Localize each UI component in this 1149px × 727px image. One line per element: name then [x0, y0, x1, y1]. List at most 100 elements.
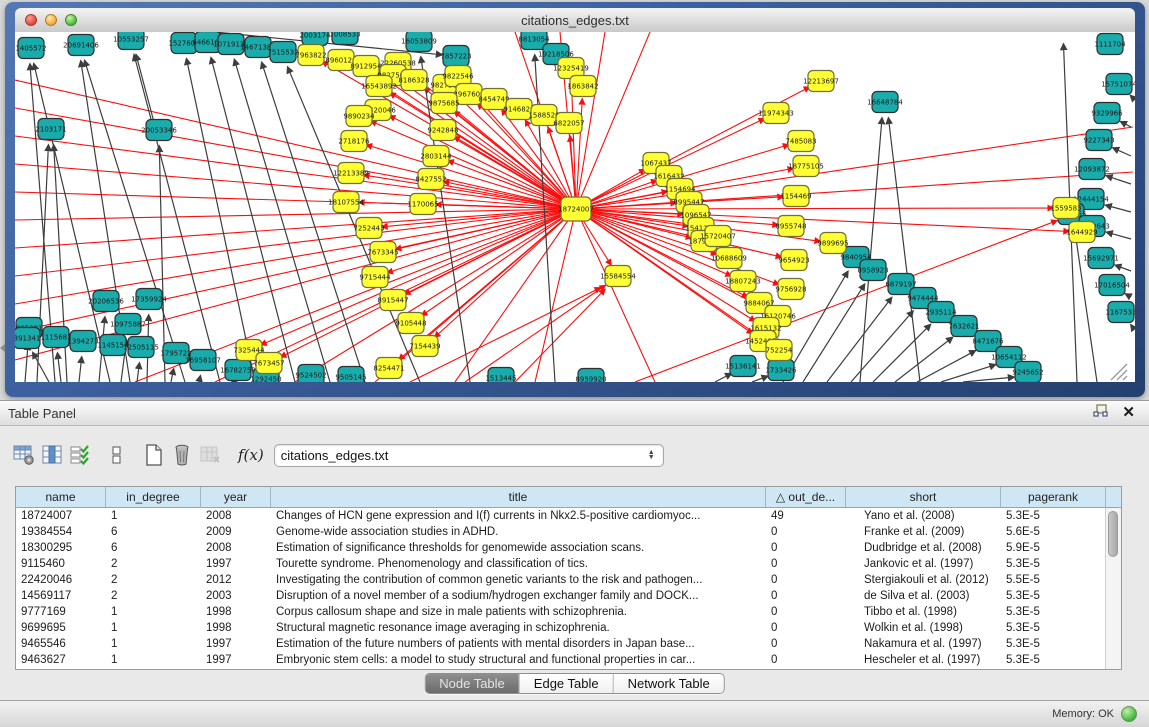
cell-in_degree[interactable]: 1 [106, 604, 201, 620]
citation-edge-red[interactable] [576, 32, 650, 209]
cell-pagerank[interactable]: 5.3E-5 [1001, 620, 1106, 636]
table-scrollbar[interactable] [1105, 508, 1121, 669]
resize-grip-icon[interactable] [1117, 370, 1127, 380]
scrollbar-thumb[interactable] [1108, 511, 1118, 557]
citation-edge-black[interactable] [57, 353, 61, 382]
cell-in_degree[interactable]: 2 [106, 556, 201, 572]
cell-short[interactable]: Hescheler et al. (1997) [846, 652, 1001, 668]
cell-in_degree[interactable]: 2 [106, 588, 201, 604]
cell-out_de[interactable]: 0 [766, 588, 846, 604]
cell-year[interactable]: 1997 [201, 556, 271, 572]
cell-pagerank[interactable]: 5.3E-5 [1001, 556, 1106, 572]
window-titlebar[interactable]: citations_edges.txt [15, 8, 1135, 33]
column-header-short[interactable]: short [846, 487, 1001, 507]
cell-title[interactable]: Corpus callosum shape and size in male p… [271, 604, 766, 620]
citation-edge-black[interactable] [827, 298, 892, 382]
citation-edge-black[interactable] [1125, 294, 1131, 297]
cell-short[interactable]: Wolkin et al. (1998) [846, 620, 1001, 636]
cell-out_de[interactable]: 49 [766, 508, 846, 524]
cell-name[interactable]: 22420046 [16, 572, 106, 588]
cell-title[interactable]: Estimation of the future numbers of pati… [271, 636, 766, 652]
cell-in_degree[interactable]: 1 [106, 620, 201, 636]
cell-pagerank[interactable]: 5.6E-5 [1001, 524, 1106, 540]
citation-edge-red[interactable] [465, 285, 605, 382]
table-row[interactable]: 946362711997Embryonic stem cells: a mode… [16, 652, 1106, 668]
table-row[interactable]: 1938455462009Genome-wide association stu… [16, 524, 1106, 540]
cell-year[interactable]: 2003 [201, 588, 271, 604]
cell-pagerank[interactable]: 5.3E-5 [1001, 652, 1106, 668]
cell-out_de[interactable]: 0 [766, 604, 846, 620]
cell-pagerank[interactable]: 5.3E-5 [1001, 588, 1106, 604]
resize-grip-icon[interactable] [1123, 376, 1127, 380]
table-select-dropdown[interactable]: citations_edges.txt ▲▼ [274, 444, 664, 467]
table-row[interactable]: 1456911722003Disruption of a novel membe… [16, 588, 1106, 604]
cell-title[interactable]: Structural magnetic resonance image aver… [271, 620, 766, 636]
citation-edge-black[interactable] [895, 337, 953, 382]
cell-out_de[interactable]: 0 [766, 540, 846, 556]
row-height-icon[interactable] [102, 442, 130, 468]
cell-pagerank[interactable]: 5.3E-5 [1001, 636, 1106, 652]
cell-in_degree[interactable]: 1 [106, 508, 201, 524]
cell-title[interactable]: Changes of HCN gene expression and I(f) … [271, 508, 766, 524]
cell-pagerank[interactable]: 5.9E-5 [1001, 540, 1106, 556]
citation-edge-black[interactable] [33, 353, 49, 382]
zoom-window-button[interactable] [65, 14, 77, 26]
citation-edge-black[interactable] [873, 324, 931, 382]
close-panel-icon[interactable]: ✕ [1122, 406, 1135, 420]
table-settings-icon[interactable] [10, 442, 38, 468]
cell-name[interactable]: 9777169 [16, 604, 106, 620]
cell-short[interactable]: Dudbridge et al. (2008) [846, 540, 1001, 556]
tab-network-table[interactable]: Network Table [614, 674, 724, 693]
citation-edge-red[interactable] [15, 209, 576, 304]
cell-name[interactable]: 9465546 [16, 636, 106, 652]
panel-collapse-arrow[interactable] [0, 344, 5, 352]
citation-edge-black[interactable] [1113, 148, 1131, 156]
cell-title[interactable]: Estimation of significance thresholds fo… [271, 540, 766, 556]
cell-year[interactable]: 1997 [201, 652, 271, 668]
cell-year[interactable]: 2009 [201, 524, 271, 540]
float-panel-icon[interactable] [1093, 404, 1108, 423]
citation-edge-red[interactable] [576, 209, 781, 257]
table-row[interactable]: 1830029562008Estimation of significance … [16, 540, 1106, 556]
cell-out_de[interactable]: 0 [766, 524, 846, 540]
cell-short[interactable]: Jankovic et al. (1997) [846, 556, 1001, 572]
table-row[interactable]: 1872400712008Changes of HCN gene express… [16, 508, 1106, 524]
citation-edge-black[interactable] [199, 376, 200, 382]
cell-name[interactable]: 19384554 [16, 524, 106, 540]
cell-pagerank[interactable]: 5.5E-5 [1001, 572, 1106, 588]
citation-edge-black[interactable] [134, 55, 220, 382]
table-column-icon[interactable] [38, 442, 66, 468]
citation-edge-black[interactable] [1106, 176, 1131, 184]
column-header-in_degree[interactable]: in_degree [106, 487, 201, 507]
citation-edge-red[interactable] [576, 209, 655, 382]
memory-status-icon[interactable] [1121, 706, 1137, 722]
new-table-icon[interactable] [140, 442, 168, 468]
cell-in_degree[interactable]: 2 [106, 572, 201, 588]
cell-name[interactable]: 18724007 [16, 508, 106, 524]
cell-pagerank[interactable]: 5.3E-5 [1001, 508, 1106, 524]
delete-attribute-icon[interactable] [168, 442, 196, 468]
cell-title[interactable]: Investigating the contribution of common… [271, 572, 766, 588]
cell-out_de[interactable]: 0 [766, 636, 846, 652]
cell-year[interactable]: 1997 [201, 636, 271, 652]
cell-short[interactable]: Franke et al. (2009) [846, 524, 1001, 540]
table-row[interactable]: 969969511998Structural magnetic resonanc… [16, 620, 1106, 636]
citation-edge-black[interactable] [888, 118, 920, 382]
minimize-window-button[interactable] [45, 14, 57, 26]
cell-year[interactable]: 1998 [201, 620, 271, 636]
citation-edge-black[interactable] [79, 357, 82, 382]
cell-name[interactable]: 9699695 [16, 620, 106, 636]
cell-title[interactable]: Genome-wide association studies in ADHD. [271, 524, 766, 540]
close-window-button[interactable] [25, 14, 37, 26]
citation-edge-red[interactable] [535, 209, 576, 382]
network-canvas[interactable]: 1405572206914061055325715276026466160107… [15, 32, 1135, 382]
cell-short[interactable]: de Silva et al. (2003) [846, 588, 1001, 604]
citation-edge-black[interactable] [715, 374, 731, 382]
cell-out_de[interactable]: 0 [766, 556, 846, 572]
citation-edge-black[interactable] [1130, 95, 1131, 96]
cell-title[interactable]: Disruption of a novel member of a sodium… [271, 588, 766, 604]
cell-in_degree[interactable]: 1 [106, 636, 201, 652]
select-attributes-icon[interactable] [66, 442, 94, 468]
cell-name[interactable]: 9463627 [16, 652, 106, 668]
cell-name[interactable]: 9115460 [16, 556, 106, 572]
